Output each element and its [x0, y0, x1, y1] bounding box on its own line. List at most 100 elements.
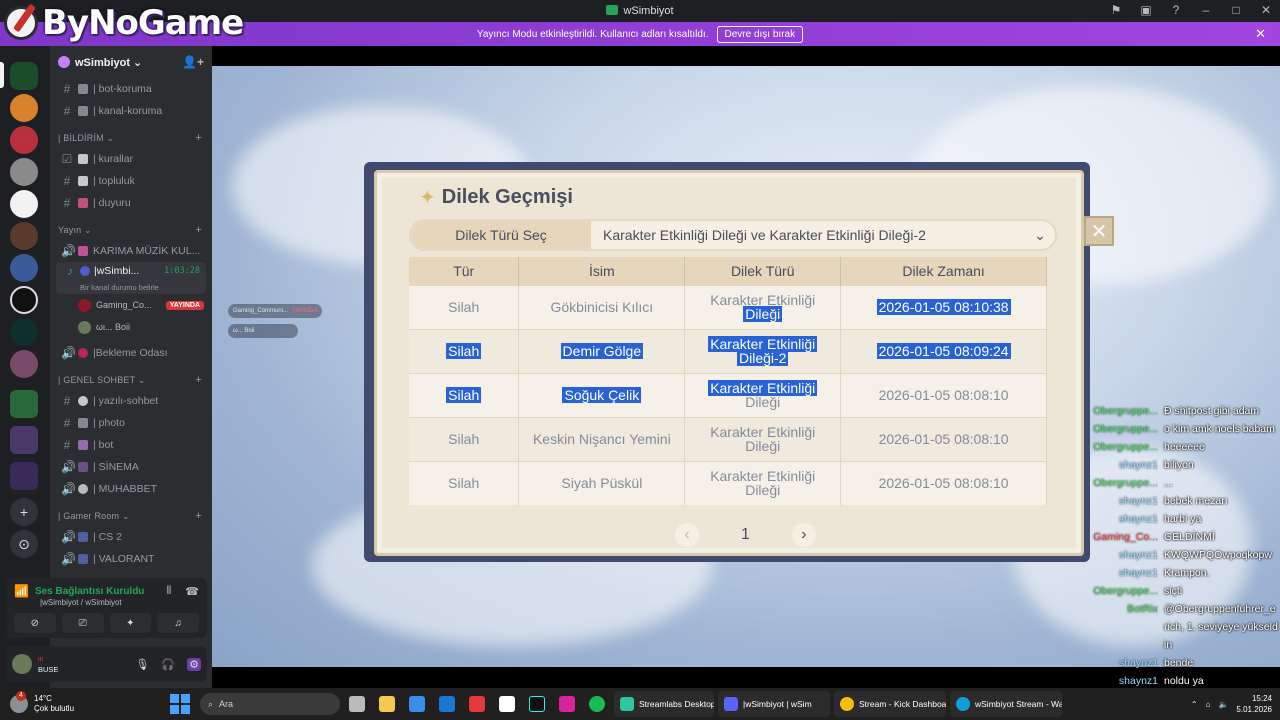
channel-bekleme-odasi[interactable]: 🔊 |Bekleme Odası	[56, 342, 206, 364]
chevron-up-icon[interactable]: ⌃	[1191, 700, 1198, 709]
taskbar-app-discord[interactable]: |wSimbiyot | wSim	[718, 691, 830, 717]
category-gamer-room[interactable]: | Gamer Room ⌄ +	[50, 506, 212, 526]
voice-user[interactable]: ωι... Boii	[50, 316, 212, 338]
chevron-down-icon[interactable]: ⌄	[1025, 227, 1055, 244]
voice-status[interactable]: Ses Bağlantısı Kuruldu	[35, 586, 144, 597]
channel-status[interactable]: Bir kanal durumu belirle	[64, 283, 159, 292]
server-icon[interactable]	[10, 190, 38, 218]
server-icon[interactable]	[10, 94, 38, 122]
server-icon[interactable]	[10, 286, 38, 314]
minimize-button[interactable]: –	[1198, 2, 1214, 18]
channel-topluluk[interactable]: # | topluluk	[56, 170, 206, 192]
channel-kurallar[interactable]: ☑ | kurallar	[56, 148, 206, 170]
chat-text: bende	[1164, 657, 1194, 669]
close-panel-button[interactable]: ✕	[1084, 216, 1114, 246]
taskbar-search[interactable]: ⌕ Ara	[200, 693, 340, 715]
server-icon[interactable]	[10, 350, 38, 378]
close-button[interactable]: ✕	[1258, 2, 1274, 18]
weather-widget[interactable]: 4 14°C Çok bulutlu	[0, 691, 160, 714]
channel-duyuru[interactable]: # | duyuru	[56, 192, 206, 214]
disconnect-icon[interactable]: ☎	[185, 585, 199, 598]
tiktok-icon[interactable]	[524, 691, 550, 717]
clock[interactable]: 15:24 5.01.2026	[1236, 693, 1272, 715]
avatar[interactable]	[12, 654, 32, 674]
overlay-chip: Gaming_Communi... YAYINDA	[228, 304, 323, 318]
file-explorer-icon[interactable]	[374, 691, 400, 717]
server-icon[interactable]	[10, 318, 38, 346]
heart-icon	[78, 484, 88, 494]
help-icon[interactable]: ?	[1168, 2, 1184, 18]
chat-username: shaynz1	[1118, 495, 1158, 507]
camera-off-icon[interactable]: ⊘	[14, 613, 56, 633]
server-header[interactable]: wSimbiyot ⌄ 👤+	[50, 46, 212, 78]
capcut-icon[interactable]	[494, 691, 520, 717]
wish-type-select[interactable]: Dilek Türü Seç Karakter Etkinliği Dileği…	[409, 219, 1057, 251]
maximize-button[interactable]: □	[1228, 2, 1244, 18]
chevron-right-icon[interactable]: ›	[791, 523, 816, 547]
voice-user[interactable]: Gaming_Co... YAYINDA	[50, 294, 212, 316]
microphone-icon[interactable]: 🎙	[135, 658, 149, 671]
server-icon[interactable]	[10, 62, 38, 90]
invite-icon[interactable]: 👤+	[182, 55, 204, 69]
soundboard-icon[interactable]: ♫	[157, 613, 199, 633]
volume-icon[interactable]: 🔈	[1218, 700, 1228, 709]
windows-taskbar: 4 14°C Çok bulutlu ⌕ Ara Streamlabs Deskto…	[0, 688, 1280, 720]
username[interactable]: BUSE	[38, 664, 58, 675]
server-folder-icon[interactable]	[10, 390, 38, 418]
network-icon[interactable]: ⌂	[1206, 700, 1211, 709]
active-voice-channel[interactable]: ♪ |wSimbi... 1:03:28 Bir kanal durumu beli…	[56, 262, 206, 294]
server-icon[interactable]	[10, 126, 38, 154]
windows-start-icon[interactable]	[170, 694, 190, 714]
channel-kanal-koruma[interactable]: # | kanal-koruma	[56, 100, 206, 122]
spotify-icon[interactable]	[584, 691, 610, 717]
channel-sinema[interactable]: 🔊 | SİNEMA	[56, 456, 206, 478]
add-channel-icon[interactable]: +	[195, 224, 202, 236]
add-channel-icon[interactable]: +	[195, 510, 202, 522]
channel-yazili-sohbet[interactable]: # | yazılı-sohbet	[56, 390, 206, 412]
instagram-icon[interactable]	[554, 691, 580, 717]
discover-icon[interactable]: ⊙	[10, 530, 38, 558]
channel-cs2[interactable]: 🔊 | CS 2	[56, 526, 206, 548]
stream-view[interactable]: Gaming_Communi... YAYINDA ω... Boii ✦ Dile…	[212, 46, 1280, 688]
add-channel-icon[interactable]: +	[195, 132, 202, 144]
channel-photo[interactable]: # | photo	[56, 412, 206, 434]
taskbar-app-streamlabs[interactable]: Streamlabs Desktop	[614, 691, 714, 717]
chat-username: Obergruppe...	[1093, 405, 1158, 417]
emoji-icon	[78, 440, 88, 450]
inbox-icon[interactable]: ⚑	[1108, 2, 1124, 18]
screen-share-icon[interactable]: ⎚	[61, 613, 104, 633]
noise-suppression-icon[interactable]: ⦀	[166, 585, 171, 598]
close-icon[interactable]: ✕	[1255, 26, 1266, 42]
category-bildirim[interactable]: | BİLDİRİM ⌄ +	[50, 128, 212, 148]
server-icon[interactable]	[10, 222, 38, 250]
outlook-icon[interactable]	[434, 691, 460, 717]
task-view-icon[interactable]	[344, 691, 370, 717]
channel-karima-muzik[interactable]: 🔊 KARIMA MÜZİK KUL...	[56, 240, 206, 262]
signal-icon[interactable]: 📶	[14, 584, 29, 598]
channel-bot-koruma[interactable]: # | bot-koruma	[56, 78, 206, 100]
disable-streamer-mode-button[interactable]: Devre dışı bırak	[716, 25, 804, 43]
channel-bot[interactable]: # | bot	[56, 434, 206, 456]
gear-icon[interactable]: ⚙	[187, 657, 201, 671]
headphones-icon[interactable]: 🎧	[161, 658, 175, 671]
page-number: 1	[741, 526, 750, 543]
category-genel-sohbet[interactable]: | GENEL SOHBET ⌄ +	[50, 370, 212, 390]
server-icon[interactable]	[10, 158, 38, 186]
store-icon[interactable]	[404, 691, 430, 717]
server-icon[interactable]	[10, 254, 38, 282]
taskbar-app-edge[interactable]: wSimbiyot Stream - Wa	[950, 691, 1062, 717]
voice-channel-path[interactable]: |wSimbiyot / wSimbiyot	[6, 598, 207, 607]
add-channel-icon[interactable]: +	[195, 374, 202, 386]
server-folder-icon[interactable]	[10, 462, 38, 490]
youtube-icon[interactable]	[464, 691, 490, 717]
channel-valorant[interactable]: 🔊 | VALORANT	[56, 548, 206, 570]
server-folder-icon[interactable]	[10, 426, 38, 454]
category-yayin[interactable]: Yayın ⌄ +	[50, 220, 212, 240]
channel-muhabbet[interactable]: 🔊 | MUHABBET	[56, 478, 206, 500]
taskbar-app-chrome[interactable]: Stream - Kick Dashboar	[834, 691, 946, 717]
select-value: Karakter Etkinliği Dileği ve Karakter Et…	[603, 227, 926, 243]
popout-icon[interactable]: ▣	[1138, 2, 1154, 18]
activities-icon[interactable]: ✦	[109, 613, 152, 633]
chevron-left-icon[interactable]: ‹	[675, 523, 699, 547]
add-server-icon[interactable]: +	[10, 498, 38, 526]
